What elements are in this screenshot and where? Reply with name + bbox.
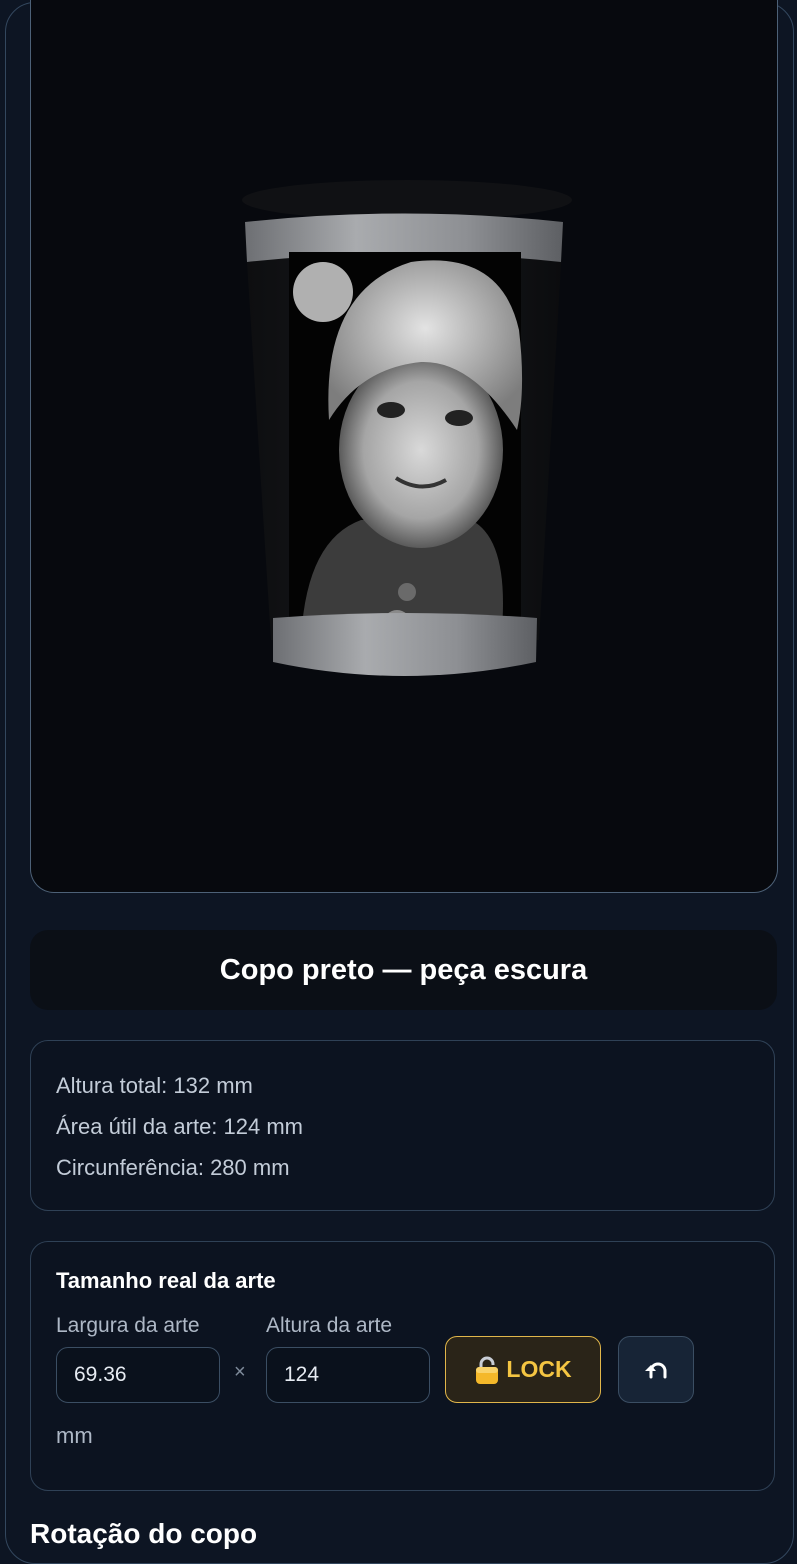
art-width-input[interactable]: 69.36 <box>56 1347 220 1403</box>
width-label: Largura da arte <box>56 1314 200 1337</box>
cup-preview <box>242 180 572 676</box>
art-size-title: Tamanho real da arte <box>56 1268 276 1293</box>
art-height-input[interactable]: 124 <box>266 1347 430 1403</box>
reset-size-button[interactable] <box>618 1336 694 1403</box>
art-size-card: Tamanho real da arte Largura da arte Alt… <box>30 1241 775 1491</box>
padlock-icon <box>476 1356 499 1384</box>
cup-bottom-band <box>273 613 537 676</box>
product-title: Copo preto — peça escura <box>30 930 777 1010</box>
spec-art-area: Área útil da arte: 124 mm <box>56 1114 304 1139</box>
spec-circumference: Circunferência: 280 mm <box>56 1155 290 1180</box>
undo-icon <box>645 1362 667 1378</box>
height-label: Altura da arte <box>266 1314 393 1337</box>
lock-label: LOCK <box>506 1356 572 1382</box>
spec-total-height: Altura total: 132 mm <box>56 1073 253 1098</box>
aspect-lock-button[interactable]: LOCK <box>445 1336 601 1403</box>
cup-3d-viewer[interactable] <box>30 0 778 893</box>
unit-label: mm <box>56 1423 93 1448</box>
dimension-separator: × <box>234 1361 246 1383</box>
specs-card: Altura total: 132 mm Área útil da arte: … <box>30 1040 775 1211</box>
cup-rotation-heading: Rotação do copo <box>30 1518 258 1549</box>
engraved-portrait <box>289 252 523 640</box>
